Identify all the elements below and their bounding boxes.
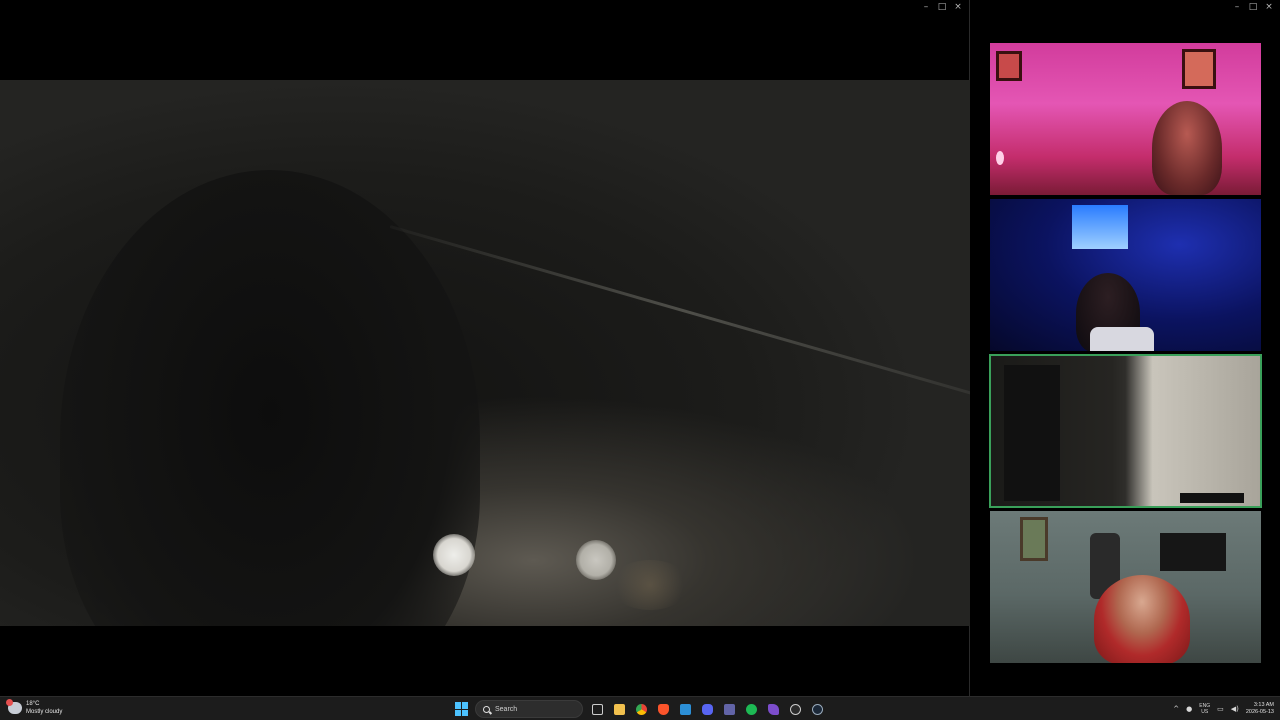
wall-tv (1160, 533, 1226, 571)
window-controls: – □ × (1230, 0, 1276, 14)
doorway (1004, 365, 1060, 501)
clock-time: 3:13 AM (1253, 702, 1274, 708)
search-label: Search (495, 705, 518, 713)
volume-icon[interactable]: ◀) (1231, 705, 1239, 713)
wall-picture (1182, 49, 1216, 89)
window-controls: – □ × (919, 0, 965, 14)
video-player-window[interactable]: – □ × (0, 0, 970, 696)
desktop: – □ × – □ × (0, 0, 1280, 696)
weather-condition: Mostly cloudy (26, 709, 63, 715)
participant-tile[interactable] (990, 43, 1261, 195)
clock-date: 2026-05-13 (1245, 709, 1274, 715)
maximize-button[interactable]: □ (1246, 0, 1260, 14)
video-light-streak (389, 225, 970, 397)
chrome-icon[interactable] (633, 701, 649, 717)
task-view-icon[interactable] (589, 701, 605, 717)
close-button[interactable]: × (1262, 0, 1276, 14)
weather-cloud-icon (6, 699, 22, 714)
wall-picture (996, 51, 1022, 81)
close-button[interactable]: × (951, 0, 965, 14)
taskbar: 18°C Mostly cloudy Search ^ ● ENG US ▭ ◀… (0, 696, 1280, 720)
clock[interactable]: 3:13 AM 2026-05-13 (1246, 702, 1274, 716)
lamp-light (996, 151, 1004, 165)
taskbar-center: Search (455, 699, 825, 719)
video-bokeh-light (576, 540, 616, 580)
network-icon[interactable]: ▭ (1217, 705, 1224, 713)
minimize-button[interactable]: – (1230, 0, 1244, 14)
video-frame[interactable] (0, 80, 970, 626)
minimize-button[interactable]: – (919, 0, 933, 14)
weather-temperature: 18°C (26, 701, 40, 707)
maximize-button[interactable]: □ (935, 0, 949, 14)
video-bokeh-light (433, 534, 475, 576)
chevron-up-icon[interactable]: ^ (1173, 705, 1179, 713)
participant-tile[interactable] (990, 199, 1261, 351)
search-icon (483, 705, 490, 713)
teams-icon[interactable] (721, 701, 737, 717)
video-call-window[interactable]: – □ × (971, 0, 1280, 696)
vscode-icon[interactable] (677, 701, 693, 717)
monitor-glow (1072, 205, 1128, 249)
video-bokeh-glow (610, 560, 690, 610)
language-indicator[interactable]: ENG US (1199, 703, 1210, 715)
participant-shirt (1090, 327, 1154, 351)
discord-icon[interactable] (699, 701, 715, 717)
microphone-icon[interactable]: ● (1186, 705, 1192, 713)
participant-grid (989, 43, 1262, 667)
keyboard-region: US (1201, 709, 1209, 715)
participant-video (1094, 575, 1190, 663)
spotify-icon[interactable] (743, 701, 759, 717)
weather-widget[interactable]: 18°C Mostly cloudy (6, 699, 63, 716)
obsidian-icon[interactable] (765, 701, 781, 717)
participant-tile-active[interactable] (989, 354, 1262, 508)
wall-picture (1020, 517, 1048, 561)
system-tray: ^ ● ENG US ▭ ◀) 3:13 AM 2026-05-13 (1173, 699, 1274, 719)
taskbar-search[interactable]: Search (475, 700, 583, 718)
participant-video (1152, 101, 1222, 195)
start-button-windows-icon[interactable] (455, 702, 469, 716)
file-explorer-icon[interactable] (611, 701, 627, 717)
steam-icon[interactable] (809, 701, 825, 717)
video-silhouette (60, 170, 480, 626)
brave-icon[interactable] (655, 701, 671, 717)
obs-icon[interactable] (787, 701, 803, 717)
desk-object (1180, 493, 1244, 503)
participant-tile[interactable] (990, 511, 1261, 663)
